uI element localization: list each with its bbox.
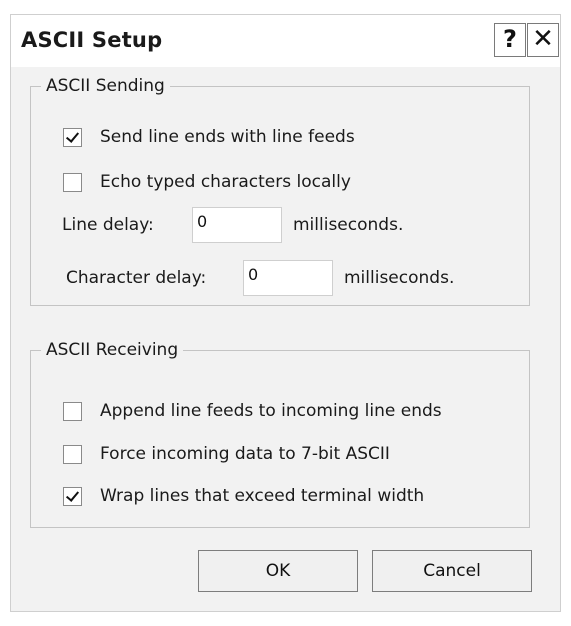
wrap-lines-label: Wrap lines that exceed terminal width — [100, 486, 425, 506]
echo-typed-label: Echo typed characters locally — [100, 172, 351, 192]
append-line-feeds-checkbox[interactable] — [63, 401, 82, 421]
append-line-feeds-label: Append line feeds to incoming line ends — [100, 401, 442, 421]
echo-typed-option[interactable]: Echo typed characters locally — [63, 172, 351, 192]
cancel-button[interactable]: Cancel — [372, 550, 532, 592]
ascii-receiving-legend: ASCII Receiving — [46, 340, 179, 360]
send-line-ends-checkbox[interactable] — [63, 127, 82, 147]
append-line-feeds-option[interactable]: Append line feeds to incoming line ends — [63, 401, 442, 421]
title-bar: ASCII Setup ? ✕ — [11, 15, 560, 67]
dialog-title: ASCII Setup — [21, 28, 163, 52]
help-icon: ? — [503, 25, 517, 53]
ascii-sending-legend: ASCII Sending — [46, 76, 165, 96]
wrap-lines-option[interactable]: Wrap lines that exceed terminal width — [63, 486, 424, 506]
line-delay-row: Line delay: 0 milliseconds. — [62, 207, 403, 243]
force-7bit-checkbox[interactable] — [63, 444, 82, 464]
ok-button[interactable]: OK — [198, 550, 358, 592]
line-delay-unit: milliseconds. — [293, 215, 404, 235]
help-button[interactable]: ? — [494, 23, 526, 57]
character-delay-unit: milliseconds. — [344, 268, 455, 288]
line-delay-label: Line delay: — [62, 215, 154, 235]
send-line-ends-option[interactable]: Send line ends with line feeds — [63, 127, 355, 147]
force-7bit-option[interactable]: Force incoming data to 7-bit ASCII — [63, 444, 390, 464]
force-7bit-label: Force incoming data to 7-bit ASCII — [100, 444, 390, 464]
send-line-ends-label: Send line ends with line feeds — [100, 127, 355, 147]
character-delay-input[interactable]: 0 — [243, 260, 333, 296]
echo-typed-checkbox[interactable] — [63, 172, 82, 192]
wrap-lines-checkbox[interactable] — [63, 486, 82, 506]
close-button[interactable]: ✕ — [527, 23, 559, 57]
line-delay-input[interactable]: 0 — [192, 207, 282, 243]
character-delay-label: Character delay: — [66, 268, 207, 288]
character-delay-row: Character delay: 0 milliseconds. — [66, 260, 454, 296]
close-icon: ✕ — [532, 24, 554, 54]
